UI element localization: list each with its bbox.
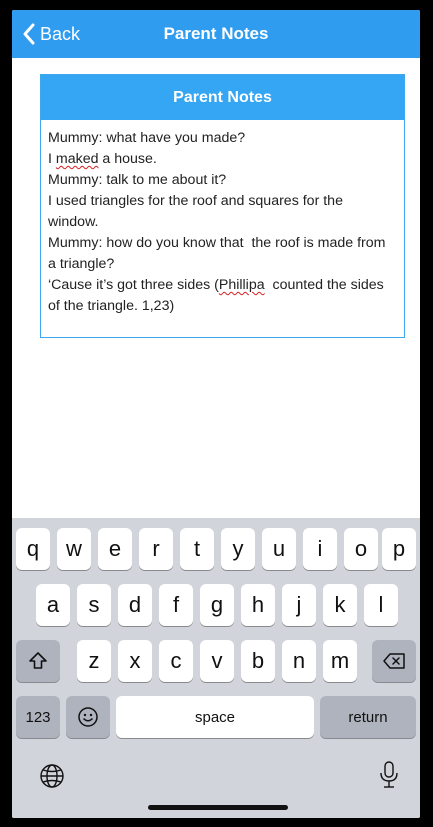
key-s[interactable]: s xyxy=(77,584,111,626)
microphone-icon[interactable] xyxy=(378,760,400,790)
note-text: I xyxy=(48,151,56,167)
note-line: Mummy: what have you made? xyxy=(48,130,246,146)
key-b[interactable]: b xyxy=(241,640,275,682)
key-v[interactable]: v xyxy=(200,640,234,682)
misspelled-word[interactable]: maked xyxy=(56,151,99,167)
app-screen: Parent Notes Back Parent Notes Mummy: wh… xyxy=(12,10,420,818)
chevron-left-icon xyxy=(23,23,35,45)
on-screen-keyboard: q w e r t y u i o p a s d f g h j k l z … xyxy=(12,518,420,818)
emoji-key[interactable] xyxy=(66,696,110,738)
delete-icon xyxy=(383,653,405,669)
key-u[interactable]: u xyxy=(262,528,296,570)
key-g[interactable]: g xyxy=(200,584,234,626)
key-j[interactable]: j xyxy=(282,584,316,626)
home-indicator[interactable] xyxy=(148,805,288,810)
emoji-icon xyxy=(78,707,98,727)
back-label: Back xyxy=(40,23,81,44)
shift-key[interactable] xyxy=(16,640,60,682)
note-line: Mummy: how do you know that the roof is … xyxy=(48,235,390,272)
key-f[interactable]: f xyxy=(159,584,193,626)
misspelled-word[interactable]: Phillipa xyxy=(219,277,265,293)
key-i[interactable]: i xyxy=(303,528,337,570)
key-l[interactable]: l xyxy=(364,584,398,626)
note-text: a house. xyxy=(98,151,157,167)
key-k[interactable]: k xyxy=(323,584,357,626)
parent-notes-card: Parent Notes Mummy: what have you made? … xyxy=(40,74,405,338)
note-line: Mummy: talk to me about it? xyxy=(48,172,227,188)
key-n[interactable]: n xyxy=(282,640,316,682)
notes-text-area[interactable]: Mummy: what have you made? I maked a hou… xyxy=(41,120,404,325)
navigation-bar: Parent Notes Back xyxy=(12,10,420,58)
back-button[interactable]: Back xyxy=(22,10,80,58)
key-e[interactable]: e xyxy=(98,528,132,570)
return-key[interactable]: return xyxy=(320,696,416,738)
key-h[interactable]: h xyxy=(241,584,275,626)
key-o[interactable]: o xyxy=(344,528,378,570)
key-w[interactable]: w xyxy=(57,528,91,570)
key-r[interactable]: r xyxy=(139,528,173,570)
key-q[interactable]: q xyxy=(16,528,50,570)
note-text: ‘Cause it’s got three sides ( xyxy=(48,277,219,293)
globe-icon[interactable] xyxy=(38,762,66,790)
key-c[interactable]: c xyxy=(159,640,193,682)
key-y[interactable]: y xyxy=(221,528,255,570)
key-a[interactable]: a xyxy=(36,584,70,626)
space-key[interactable]: space xyxy=(116,696,314,738)
key-x[interactable]: x xyxy=(118,640,152,682)
key-d[interactable]: d xyxy=(118,584,152,626)
numbers-key[interactable]: 123 xyxy=(16,696,60,738)
key-m[interactable]: m xyxy=(323,640,357,682)
key-z[interactable]: z xyxy=(77,640,111,682)
key-p[interactable]: p xyxy=(382,528,416,570)
notes-header: Parent Notes xyxy=(41,75,404,120)
shift-icon xyxy=(29,652,47,669)
key-t[interactable]: t xyxy=(180,528,214,570)
delete-key[interactable] xyxy=(372,640,416,682)
note-line: I used triangles for the roof and square… xyxy=(48,193,347,230)
